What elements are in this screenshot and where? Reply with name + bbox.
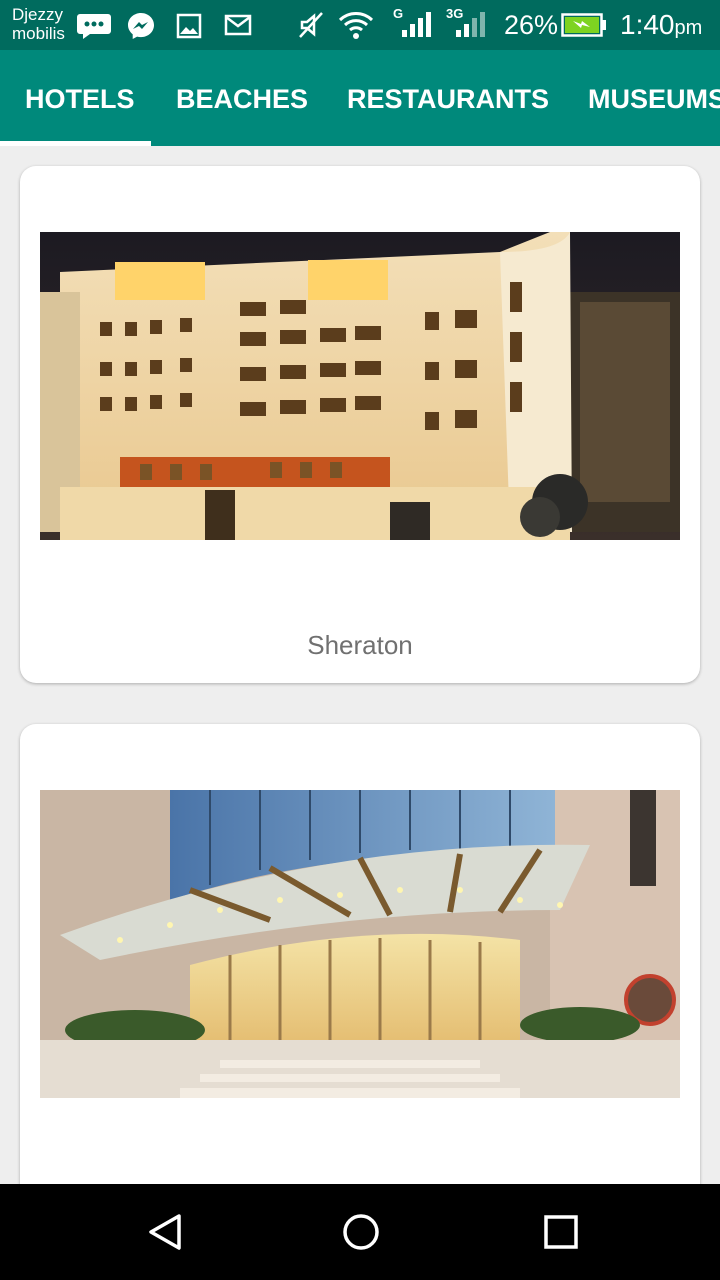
system-navigation-bar (0, 1184, 720, 1280)
hotel-night-facade-image (40, 232, 680, 540)
carrier-line-1: Djezzy (12, 5, 64, 24)
battery-charging-icon (561, 13, 606, 37)
category-tab-bar: HOTELS BEACHES RESTAURANTS MUSEUMS (0, 50, 720, 146)
recents-icon[interactable] (541, 1212, 581, 1252)
clock-suffix: pm (674, 17, 703, 39)
place-card[interactable] (20, 724, 700, 1204)
wifi-icon (338, 12, 374, 39)
place-card[interactable]: Sheraton (20, 166, 700, 683)
mute-icon (299, 12, 323, 38)
gallery-icon (176, 13, 202, 39)
status-bar: Djezzy mobilis G 3G 26% 1:40pm (0, 0, 720, 50)
signal-3g-icon (456, 12, 485, 37)
back-icon[interactable] (145, 1212, 185, 1252)
tab-museums[interactable]: MUSEUMS (588, 50, 720, 146)
clock: 1:40pm (620, 9, 702, 41)
tab-restaurants[interactable]: RESTAURANTS (347, 50, 549, 146)
carrier-line-2: mobilis (12, 24, 65, 43)
messenger-icon (128, 13, 154, 39)
hotel-entrance-canopy-image (40, 790, 680, 1098)
tab-hotels[interactable]: HOTELS (25, 50, 135, 146)
carrier-name: Djezzy mobilis (12, 5, 65, 43)
mail-icon (224, 14, 252, 36)
place-title: Sheraton (307, 630, 413, 660)
signal-icon (402, 12, 431, 37)
selected-tab-indicator (0, 141, 151, 146)
tab-beaches[interactable]: BEACHES (176, 50, 308, 146)
battery-percent: 26% (504, 10, 559, 40)
chat-bubble-icon (77, 14, 111, 39)
clock-time: 1:40 (620, 9, 675, 40)
home-icon[interactable] (341, 1212, 381, 1252)
